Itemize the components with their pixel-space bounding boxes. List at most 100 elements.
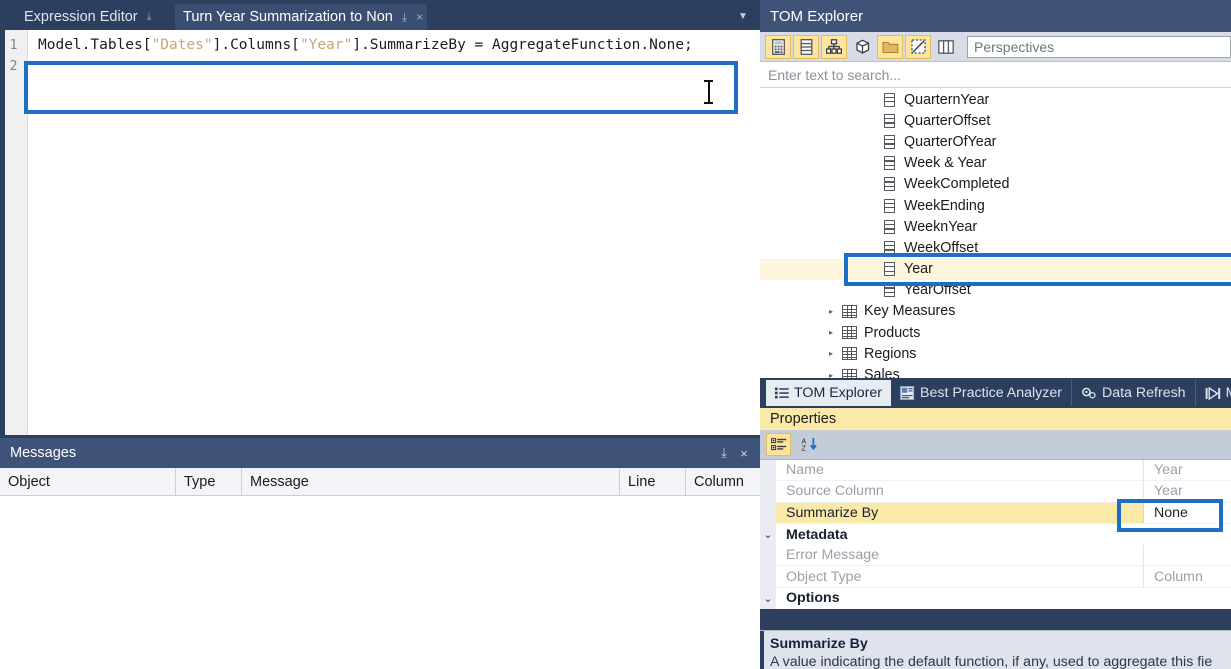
perspectives-placeholder: Perspectives xyxy=(974,38,1055,55)
tree-item-key-measures[interactable]: ▸ Key Measures xyxy=(760,301,1231,322)
hierarchies-filter-icon[interactable] xyxy=(821,34,847,59)
messages-column-headers: Object Type Message Line Column xyxy=(0,468,760,496)
tree-item-label: QuarterOffset xyxy=(904,112,991,129)
tree-item-label: YearOffset xyxy=(904,282,971,299)
expand-arrow-icon[interactable]: ▸ xyxy=(824,371,838,378)
row-gutter xyxy=(760,566,776,587)
tab-label: Expression Editor xyxy=(24,9,138,25)
app-root: Expression Editor ⤓ Turn Year Summarizat… xyxy=(0,0,1231,669)
tab-data-refresh[interactable]: Data Refresh xyxy=(1072,380,1196,406)
close-icon[interactable]: × xyxy=(416,10,423,24)
row-gutter xyxy=(760,481,776,502)
report-icon xyxy=(900,386,915,400)
code-segment: ].Columns[ xyxy=(212,37,300,53)
property-row-object-type[interactable]: Object Type Column xyxy=(760,566,1231,588)
column-icon xyxy=(878,156,900,171)
messages-panel: Messages ⤓ × Object Type Message Line Co… xyxy=(0,438,760,669)
properties-grid[interactable]: Name Year Source Column Year Summarize B… xyxy=(760,460,1231,610)
table-icon xyxy=(838,368,860,378)
tab-label: Turn Year Summarization to Non xyxy=(183,9,393,25)
left-pane: Expression Editor ⤓ Turn Year Summarizat… xyxy=(0,0,760,669)
tree-item-label: Key Measures xyxy=(864,303,956,320)
tree-item-label: WeekCompleted xyxy=(904,176,1010,193)
columns-filter-icon[interactable] xyxy=(793,34,819,59)
property-row-error-message[interactable]: Error Message xyxy=(760,545,1231,567)
expand-arrow-icon[interactable]: ▸ xyxy=(824,349,838,358)
property-label: Name xyxy=(776,460,1144,481)
column-header-line[interactable]: Line xyxy=(620,468,686,495)
description-left-edge xyxy=(760,631,764,669)
tree-item-weeknyear[interactable]: WeeknYear xyxy=(760,216,1231,237)
pin-icon[interactable]: ⤓ xyxy=(147,11,152,24)
columns-view-icon[interactable] xyxy=(933,35,959,59)
tree-item-quarteroffset[interactable]: QuarterOffset xyxy=(760,110,1231,131)
tab-manage[interactable]: Ma xyxy=(1196,380,1231,406)
alphabetical-sort-icon[interactable]: AZ xyxy=(797,433,822,456)
tab-turn-year-summarization[interactable]: Turn Year Summarization to Non ⤓ × xyxy=(175,4,428,30)
properties-toolbar: AZ xyxy=(760,430,1231,460)
perspectives-select[interactable]: Perspectives xyxy=(967,35,1231,58)
code-editor[interactable]: 1 2 Model.Tables["Dates"].Columns["Year"… xyxy=(0,30,760,435)
property-value[interactable]: Year xyxy=(1144,481,1231,501)
category-label: Options xyxy=(786,590,840,607)
column-icon xyxy=(878,113,900,128)
chevron-down-icon[interactable]: ⌄ xyxy=(760,587,776,610)
property-category-metadata[interactable]: ⌄ Metadata xyxy=(760,523,1231,546)
column-header-message[interactable]: Message xyxy=(242,468,620,495)
category-label: Metadata xyxy=(786,526,848,543)
property-category-options[interactable]: ⌄ Options xyxy=(760,587,1231,610)
tree-item-label: WeeknYear xyxy=(904,218,978,235)
tom-explorer-tree[interactable]: QuarternYear QuarterOffset QuarterOfYear… xyxy=(760,88,1231,378)
tree-item-weekoffset[interactable]: WeekOffset xyxy=(760,237,1231,258)
chevron-down-icon[interactable]: ▼ xyxy=(736,9,750,23)
tree-item-quarternyear[interactable]: QuarternYear xyxy=(760,89,1231,110)
messages-list xyxy=(0,496,760,669)
tree-item-label: QuarterOfYear xyxy=(904,133,997,150)
property-row-summarize-by[interactable]: Summarize By None xyxy=(760,502,1231,524)
tree-item-label: Week & Year xyxy=(904,155,987,172)
hidden-objects-icon[interactable] xyxy=(905,34,931,59)
column-header-object[interactable]: Object xyxy=(0,468,176,495)
folders-icon[interactable] xyxy=(877,34,903,59)
tree-item-weekcompleted[interactable]: WeekCompleted xyxy=(760,174,1231,195)
bottom-dock-tabs: TOM Explorer Best Practice Analyzer Data… xyxy=(760,378,1231,408)
measures-filter-icon[interactable] xyxy=(765,34,791,59)
expand-arrow-icon[interactable]: ▸ xyxy=(824,328,838,337)
tree-item-year[interactable]: Year xyxy=(760,258,1231,280)
model-cube-icon[interactable] xyxy=(849,35,875,59)
column-icon xyxy=(878,177,900,192)
tab-expression-editor[interactable]: Expression Editor ⤓ xyxy=(16,4,160,30)
pin-icon[interactable]: ⤓ xyxy=(402,10,407,25)
chevron-down-icon[interactable]: ⌄ xyxy=(760,523,776,546)
pin-icon[interactable]: ⤓ xyxy=(714,445,734,461)
tab-best-practice-analyzer[interactable]: Best Practice Analyzer xyxy=(891,380,1072,406)
description-title: Summarize By xyxy=(770,636,868,652)
property-value-summarize-by[interactable]: None xyxy=(1144,502,1231,523)
tree-item-quarterofyear[interactable]: QuarterOfYear xyxy=(760,131,1231,152)
tom-explorer-toolbar: Perspectives xyxy=(760,32,1231,62)
close-icon[interactable]: × xyxy=(734,446,754,461)
tree-item-label: Year xyxy=(904,261,933,278)
property-row-name[interactable]: Name Year xyxy=(760,460,1231,482)
tree-item-label: WeekEnding xyxy=(904,197,985,214)
property-value[interactable]: Column xyxy=(1144,566,1231,586)
property-value[interactable]: Year xyxy=(1144,460,1231,480)
tree-item-week-and-year[interactable]: Week & Year xyxy=(760,153,1231,174)
tree-item-products[interactable]: ▸ Products xyxy=(760,322,1231,343)
tree-item-regions[interactable]: ▸ Regions xyxy=(760,343,1231,364)
column-icon xyxy=(878,283,900,298)
tree-item-yearoffset[interactable]: YearOffset xyxy=(760,280,1231,301)
code-text-area[interactable]: Model.Tables["Dates"].Columns["Year"].Su… xyxy=(28,30,760,435)
categorized-view-icon[interactable] xyxy=(766,433,791,456)
expand-arrow-icon[interactable]: ▸ xyxy=(824,307,838,316)
search-input[interactable]: Enter text to search... xyxy=(760,62,1231,88)
property-value[interactable] xyxy=(1144,545,1231,565)
tree-item-sales[interactable]: ▸ Sales xyxy=(760,364,1231,378)
column-header-column[interactable]: Column xyxy=(686,468,760,495)
property-description-pane: Summarize By A value indicating the defa… xyxy=(760,630,1231,669)
column-header-type[interactable]: Type xyxy=(176,468,242,495)
editor-left-edge xyxy=(0,30,5,435)
property-row-source-column[interactable]: Source Column Year xyxy=(760,481,1231,503)
tree-item-weekending[interactable]: WeekEnding xyxy=(760,195,1231,216)
tab-tom-explorer[interactable]: TOM Explorer xyxy=(766,380,892,406)
